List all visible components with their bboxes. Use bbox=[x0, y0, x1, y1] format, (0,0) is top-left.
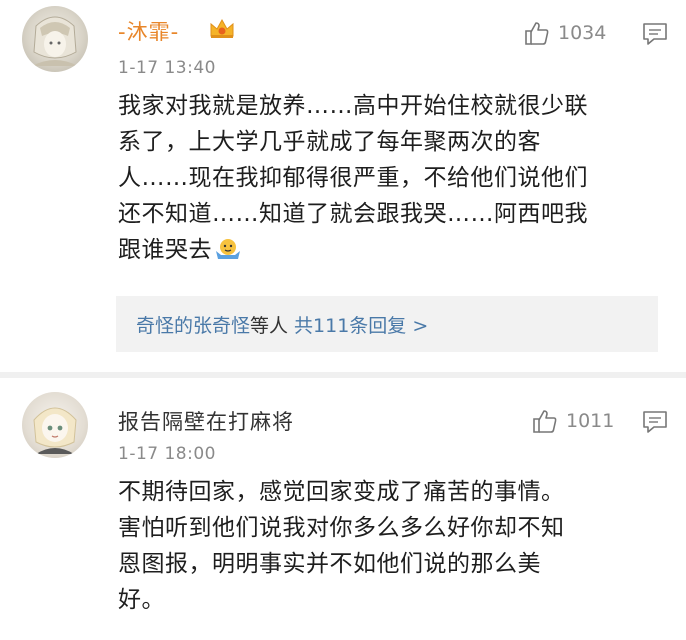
reply-summary[interactable]: 奇怪的张奇怪 等人 共111条回复 > bbox=[116, 296, 658, 352]
username[interactable]: -沐霏- bbox=[118, 16, 179, 46]
reply-names[interactable]: 奇怪的张奇怪 bbox=[136, 311, 250, 338]
shrug-emoji-icon bbox=[216, 239, 240, 259]
like-count: 1034 bbox=[558, 22, 607, 44]
thumbs-up-icon bbox=[525, 22, 549, 45]
avatar[interactable] bbox=[22, 392, 88, 458]
avatar[interactable] bbox=[22, 6, 88, 72]
crown-icon bbox=[208, 16, 236, 40]
like-button[interactable]: 1034 bbox=[524, 20, 606, 46]
comment-item: 报告隔壁在打麻将 1-17 18:00 1011 不期待回家，感觉回家变成了痛苦… bbox=[0, 378, 686, 640]
reply-icon[interactable] bbox=[642, 21, 668, 47]
comment-text-content: 我家对我就是放养……高中开始住校就很少联 系了，上大学几乎就成了每年聚两次的客 … bbox=[118, 93, 588, 263]
like-button[interactable]: 1011 bbox=[532, 408, 614, 434]
comment-item: -沐霏- 1-17 13:40 1034 我家对我就是放养……高中开始住校就很少… bbox=[0, 0, 686, 370]
thumbs-up-icon bbox=[533, 410, 557, 433]
comment-text: 不期待回家，感觉回家变成了痛苦的事情。 害怕听到他们说我对你多么多么好你却不知 … bbox=[118, 479, 565, 613]
like-count: 1011 bbox=[566, 410, 615, 432]
timestamp: 1-17 18:00 bbox=[118, 444, 216, 464]
timestamp: 1-17 13:40 bbox=[118, 58, 216, 78]
reply-suffix: 等人 bbox=[250, 314, 289, 337]
comment-text: 我家对我就是放养……高中开始住校就很少联 系了，上大学几乎就成了每年聚两次的客 … bbox=[118, 88, 658, 268]
reply-total-link[interactable]: 共111条回复 > bbox=[294, 311, 428, 338]
reply-icon[interactable] bbox=[642, 409, 668, 435]
username[interactable]: 报告隔壁在打麻将 bbox=[118, 406, 294, 436]
